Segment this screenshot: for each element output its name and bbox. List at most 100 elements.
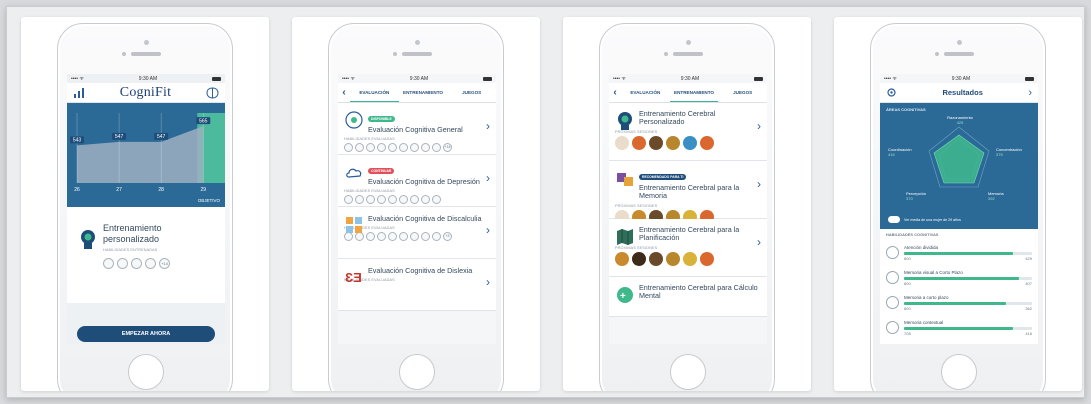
clock: 9:30 AM — [951, 75, 971, 82]
skill-bar-fill — [904, 276, 1020, 280]
back-chevron-icon[interactable]: ‹ — [609, 87, 621, 98]
skill-icon — [399, 195, 408, 205]
card-evaluaciones: •••• ᯤ 9:30 AM ‹ EVALUACIÓN ENTRENAMIENT… — [292, 17, 540, 391]
tab-evaluacion[interactable]: EVALUACIÓN — [350, 84, 399, 102]
carrier-signal: •••• ᯤ — [884, 75, 897, 82]
skill-icon — [399, 232, 408, 242]
compare-toggle[interactable] — [888, 216, 900, 223]
carrier-signal: •••• ᯤ — [613, 75, 626, 82]
tab-bar: ‹ EVALUACIÓN ENTRENAMIENTO JUEGOS — [609, 83, 767, 103]
skill-min: 800 — [904, 280, 911, 286]
status-bar: •••• ᯤ 9:30 AM — [880, 74, 1038, 83]
list-item-evaluacion-depresion[interactable]: CONTINUAR Evaluación Cognitiva de Depres… — [338, 155, 496, 207]
skill-score: 416 — [1025, 330, 1032, 336]
category-label: 26 — [74, 187, 80, 193]
list-item-entrenamiento-memoria[interactable]: RECOMENDADO PARA TI Entrenamiento Cerebr… — [609, 161, 767, 224]
nav-bar: CogniFit — [67, 83, 225, 103]
start-button[interactable]: EMPEZAR AHORA — [77, 326, 215, 342]
skill-icon — [355, 143, 364, 153]
card-cognifit-home: •••• ᯤ 9:30 AM CogniFit 543 26 547 27 547 28 5… — [21, 17, 269, 391]
skill-name: Atención dividida — [904, 244, 939, 250]
home-button[interactable] — [399, 354, 435, 390]
item-title: Evaluación Cognitiva de Dislexia — [368, 266, 473, 275]
camera-dot — [957, 40, 962, 45]
skill-bar-track — [904, 326, 1032, 330]
sensor-dot — [935, 52, 939, 56]
skill-rows: Atención dividida 800 429 Memoria visual a … — [886, 240, 1032, 340]
skill-values: 800 407 — [904, 281, 1032, 286]
clock: 9:30 AM — [409, 75, 429, 82]
list-item-evaluacion-dislexia[interactable]: ƐƎ Evaluación Cognitiva de Dislexia HABI… — [338, 259, 496, 311]
progress-chart: 543 26 547 27 547 28 565 29 OBJETIVO — [67, 103, 225, 207]
skill-score: 362 — [1025, 305, 1032, 311]
radar-label-value: 392 — [988, 196, 995, 201]
skill-icon — [103, 258, 114, 269]
skill-row[interactable]: Atención dividida 800 429 — [886, 240, 1032, 265]
chevron-right-icon[interactable]: › — [1028, 87, 1032, 99]
skill-icon — [421, 195, 430, 205]
compare-toggle-row: Ver media de una mujer de 29 años — [888, 216, 961, 223]
skills-circles: +14 — [103, 258, 217, 269]
skill-row[interactable]: Memoria visual a Corto Plazo 800 407 — [886, 265, 1032, 290]
skill-bar-track — [904, 251, 1032, 255]
skill-icon — [432, 195, 441, 205]
list-item-entrenamiento-planificacion[interactable]: Entrenamiento Cerebral para la Planifica… — [609, 219, 767, 277]
tab-entrenamiento[interactable]: ENTRENAMIENTO — [399, 84, 448, 101]
skill-row[interactable]: Memoria a corto plazo 800 362 — [886, 290, 1032, 315]
skill-row[interactable]: Memoria contextual 708 416 — [886, 315, 1032, 340]
areas-panel: ÁREAS COGNITIVAS Razonamiento 425 Concen… — [880, 103, 1038, 229]
skill-icon — [145, 258, 156, 269]
clock: 9:30 AM — [138, 75, 158, 82]
category-label: 27 — [116, 187, 122, 193]
skill-bar-track — [904, 301, 1032, 305]
value-label: 543 — [73, 138, 82, 144]
radar-label-value: 416 — [888, 152, 895, 157]
home-button[interactable] — [941, 354, 977, 390]
home-button[interactable] — [128, 354, 164, 390]
card-entrenamiento: •••• ᯤ 9:30 AM ‹ EVALUACIÓN ENTRENAMIENT… — [563, 17, 811, 391]
head-profile-icon — [81, 230, 95, 249]
status-badge: RECOMENDADO PARA TI — [639, 174, 687, 180]
tab-entrenamiento[interactable]: ENTRENAMIENTO — [669, 84, 719, 102]
gear-icon[interactable] — [886, 87, 897, 98]
camera-dot — [144, 40, 149, 45]
battery-icon — [1024, 76, 1034, 81]
camera-dot — [686, 40, 691, 45]
clock: 9:30 AM — [680, 75, 700, 82]
back-chevron-icon[interactable]: ‹ — [338, 87, 350, 98]
item-title: Entrenamiento Cerebral para Cálculo Ment… — [639, 283, 758, 301]
session-thumbnail — [700, 251, 714, 266]
list-item-entrenamiento-calculo[interactable]: + Entrenamiento Cerebral para Cálculo Me… — [609, 277, 767, 317]
carrier-signal: •••• ᯤ — [71, 75, 84, 82]
skill-icon — [366, 232, 375, 242]
skills-label: HABILIDADES ENTRENADAS — [103, 248, 158, 252]
status-bar: •••• ᯤ 9:30 AM — [609, 74, 767, 83]
skill-icon — [377, 232, 386, 242]
list-item-entrenamiento-personalizado[interactable]: Entrenamiento Cerebral Personalizado PRÓ… — [609, 103, 767, 161]
tab-juegos[interactable]: JUEGOS — [718, 84, 767, 101]
list-item-evaluacion-discalculia[interactable]: Evaluación Cognitiva de Discalculia HABI… — [338, 207, 496, 259]
battery-icon — [753, 76, 763, 81]
skill-count: +3 — [443, 232, 452, 242]
skill-icon — [410, 195, 419, 205]
tab-juegos[interactable]: JUEGOS — [447, 84, 496, 101]
skill-score: 407 — [1025, 280, 1032, 286]
value-label: 547 — [157, 134, 166, 140]
puzzle-icon — [346, 217, 362, 233]
list-item-evaluacion-general[interactable]: DISPONIBLE Evaluación Cognitiva General … — [338, 103, 496, 155]
skills-label: HABILIDADES COGNITIVAS — [886, 233, 939, 237]
tab-evaluacion[interactable]: EVALUACIÓN — [621, 84, 670, 101]
skill-name: Memoria a corto plazo — [904, 294, 949, 300]
skill-icon — [117, 258, 128, 269]
value-label: 565 — [199, 118, 208, 124]
skill-count: +14 — [159, 258, 170, 269]
skills-list: HABILIDADES COGNITIVAS Atención dividida… — [880, 229, 1038, 344]
home-button[interactable] — [670, 354, 706, 390]
skills-circles — [344, 195, 490, 205]
item-title: Evaluación Cognitiva de Depresión — [368, 177, 480, 186]
svg-text:+: + — [620, 291, 626, 302]
skill-values: 800 429 — [904, 256, 1032, 261]
brain-icon[interactable] — [206, 86, 219, 99]
stats-icon[interactable] — [73, 87, 85, 99]
letters-icon: ƐƎ — [345, 270, 362, 285]
